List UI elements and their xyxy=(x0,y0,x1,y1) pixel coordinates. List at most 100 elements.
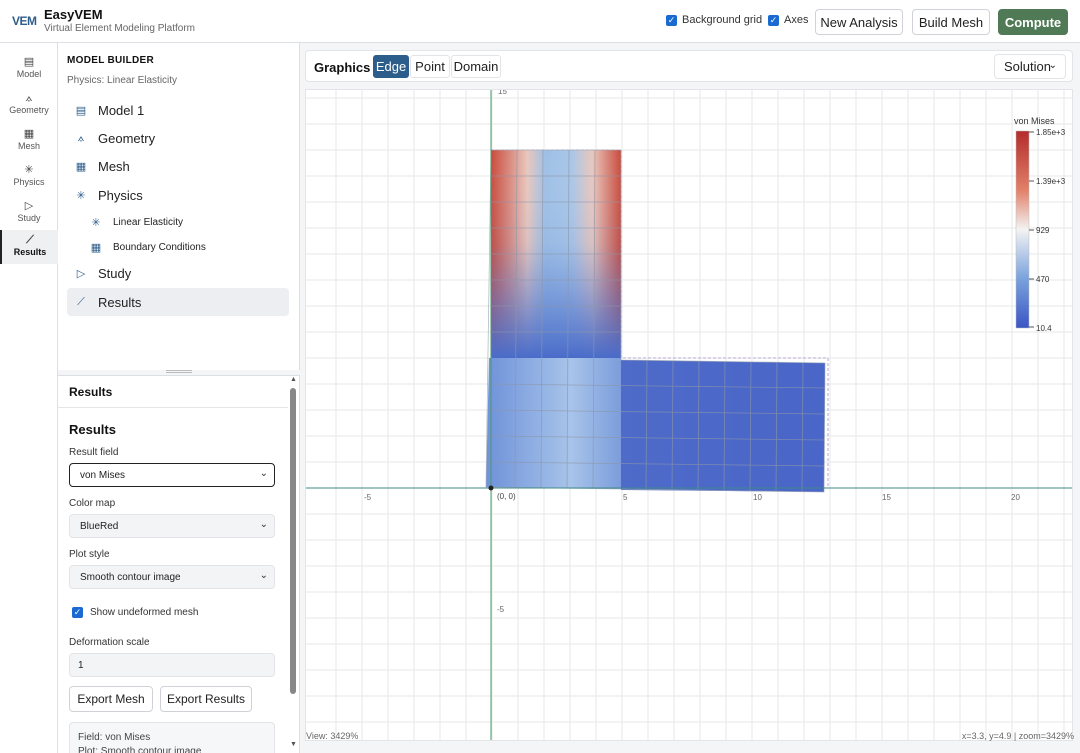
scrollbar-thumb[interactable] xyxy=(290,388,296,694)
model-builder-title: MODEL BUILDER xyxy=(67,55,155,66)
mesh-icon: ▦ xyxy=(75,160,87,173)
checkbox-checked-icon[interactable]: ✓ xyxy=(768,14,779,26)
export-results-button[interactable]: Export Results xyxy=(160,686,252,712)
chevron-down-icon: ⌄ xyxy=(1048,60,1057,71)
y-tick-label: 15 xyxy=(498,90,507,96)
origin-marker xyxy=(488,485,494,491)
color-map-value: BlueRed xyxy=(80,520,119,532)
checkbox-checked-icon[interactable]: ✓ xyxy=(72,607,83,618)
chart-icon: ⟋ xyxy=(77,295,85,308)
document-icon: ▤ xyxy=(75,104,87,117)
physics-icon: ✳ xyxy=(91,216,101,229)
show-undeformed-label: Show undeformed mesh xyxy=(90,607,199,618)
y-tick-label: -5 xyxy=(497,605,505,614)
plot-style-label: Plot style xyxy=(69,549,110,560)
legend-value: 1.39e+3 xyxy=(1036,177,1066,186)
cursor-status: x=3.3, y=4.9 | zoom=3429% xyxy=(961,731,1074,741)
physics-icon: ✳ xyxy=(24,164,34,176)
graphics-canvas[interactable]: -5 5 10 15 20 15 -5 (0, 0) von Mises 1.8… xyxy=(305,89,1073,741)
new-analysis-button[interactable]: New Analysis xyxy=(815,9,903,35)
deformation-scale-value: 1 xyxy=(78,659,84,671)
deformed-solution-contour xyxy=(486,150,825,492)
physics-icon: ✳ xyxy=(76,189,86,202)
rail-item-study[interactable]: ▷ Study xyxy=(0,196,58,230)
left-rail: ▤ Model ⟑ Geometry ▦ Mesh ✳ Physics ▷ St… xyxy=(0,43,58,753)
export-mesh-button[interactable]: Export Mesh xyxy=(69,686,153,712)
info-plot-line: Plot: Smooth contour image xyxy=(78,746,202,753)
chevron-down-icon: ⌄ xyxy=(259,570,268,581)
results-scrollbar[interactable]: ▲ ▼ xyxy=(289,376,298,753)
tree-item-label: Mesh xyxy=(98,158,130,174)
graphics-title: Graphics xyxy=(314,60,371,75)
background-grid-toggle[interactable]: ✓ Background grid xyxy=(666,14,762,26)
color-map-label: Color map xyxy=(69,498,116,509)
mode-point-button[interactable]: Point xyxy=(410,55,450,78)
tree-item-label: Model 1 xyxy=(98,102,145,118)
axes-toggle[interactable]: ✓ Axes xyxy=(768,14,808,26)
results-section-title: Results xyxy=(69,422,116,437)
rail-item-geometry[interactable]: ⟑ Geometry xyxy=(0,88,58,122)
tree-item-model[interactable]: ▤ Model 1 xyxy=(67,96,289,124)
rail-item-label: Geometry xyxy=(9,105,49,115)
rail-item-label: Model xyxy=(16,69,42,79)
rail-item-mesh[interactable]: ▦ Mesh xyxy=(0,124,58,158)
tree-item-label: Physics xyxy=(98,187,143,203)
app-subtitle: Virtual Element Modeling Platform xyxy=(44,23,195,34)
rail-item-label: Mesh xyxy=(17,141,40,151)
color-map-select[interactable]: BlueRed ⌄ xyxy=(69,514,275,538)
mesh-icon: ▦ xyxy=(90,241,102,254)
legend-value: 929 xyxy=(1036,226,1050,235)
tree-item-label: Boundary Conditions xyxy=(113,241,206,253)
tree-item-label: Linear Elasticity xyxy=(113,216,184,228)
panel-resize-handle[interactable] xyxy=(166,370,192,373)
info-field-line: Field: von Mises xyxy=(78,732,151,743)
tree-item-geometry[interactable]: ⟑ Geometry xyxy=(67,124,289,152)
deformation-scale-input[interactable]: 1 xyxy=(69,653,275,677)
rail-item-physics[interactable]: ✳ Physics xyxy=(0,160,58,194)
x-tick-label: 15 xyxy=(882,493,891,502)
build-mesh-button[interactable]: Build Mesh xyxy=(912,9,990,35)
solution-select[interactable]: Solution ⌄ xyxy=(994,54,1066,79)
legend-value: 10.4 xyxy=(1036,324,1052,333)
app-title: EasyVEM xyxy=(44,7,103,22)
mode-domain-button[interactable]: Domain xyxy=(451,55,501,78)
document-icon: ▤ xyxy=(23,56,35,68)
chart-icon: ⟋ xyxy=(26,234,34,246)
color-legend: von Mises 1.85e+3 1.39e+3 929 470 10.4 xyxy=(1014,116,1066,333)
app-logo: VEM xyxy=(12,14,37,28)
chevron-down-icon: ⌄ xyxy=(259,468,268,479)
results-panel: Results Results Result field von Mises ⌄… xyxy=(58,375,300,753)
mode-edge-button[interactable]: Edge xyxy=(373,55,409,78)
x-tick-label: 10 xyxy=(753,493,762,502)
scroll-down-arrow-icon[interactable]: ▼ xyxy=(290,741,297,748)
model-builder-panel: MODEL BUILDER Physics: Linear Elasticity… xyxy=(58,43,300,370)
tree-item-label: Study xyxy=(98,265,132,281)
play-icon: ▷ xyxy=(24,200,34,212)
background-grid-label: Background grid xyxy=(682,14,763,26)
tree-item-linear-elasticity[interactable]: ✳ Linear Elasticity xyxy=(82,210,289,234)
tree-item-physics[interactable]: ✳ Physics xyxy=(67,181,289,209)
result-field-label: Result field xyxy=(69,447,119,458)
tree-item-study[interactable]: ▷ Study xyxy=(67,259,289,287)
results-info-box: Field: von Mises Plot: Smooth contour im… xyxy=(69,722,275,753)
axes-label: Axes xyxy=(784,14,809,26)
scroll-up-arrow-icon[interactable]: ▲ xyxy=(290,376,297,383)
x-tick-label: -5 xyxy=(364,493,372,502)
plot-style-select[interactable]: Smooth contour image ⌄ xyxy=(69,565,275,589)
compute-button[interactable]: Compute xyxy=(998,9,1068,35)
divider xyxy=(58,407,288,408)
checkbox-checked-icon[interactable]: ✓ xyxy=(666,14,677,26)
rail-item-model[interactable]: ▤ Model xyxy=(0,52,58,86)
x-tick-label: 20 xyxy=(1011,493,1020,502)
plot-svg[interactable]: -5 5 10 15 20 15 -5 (0, 0) von Mises 1.8… xyxy=(306,90,1073,741)
physics-subtitle: Physics: Linear Elasticity xyxy=(67,75,178,86)
geometry-icon: ⟑ xyxy=(77,131,85,144)
result-field-select[interactable]: von Mises ⌄ xyxy=(69,463,275,487)
chevron-down-icon: ⌄ xyxy=(259,519,268,530)
show-undeformed-toggle[interactable]: ✓ Show undeformed mesh xyxy=(72,607,198,618)
tree-item-boundary-conditions[interactable]: ▦ Boundary Conditions xyxy=(82,235,289,259)
rail-item-results[interactable]: ⟋ Results xyxy=(0,230,58,264)
tree-item-results[interactable]: ⟋ Results xyxy=(67,288,289,316)
tree-item-mesh[interactable]: ▦ Mesh xyxy=(67,152,289,180)
plot-style-value: Smooth contour image xyxy=(80,571,181,583)
